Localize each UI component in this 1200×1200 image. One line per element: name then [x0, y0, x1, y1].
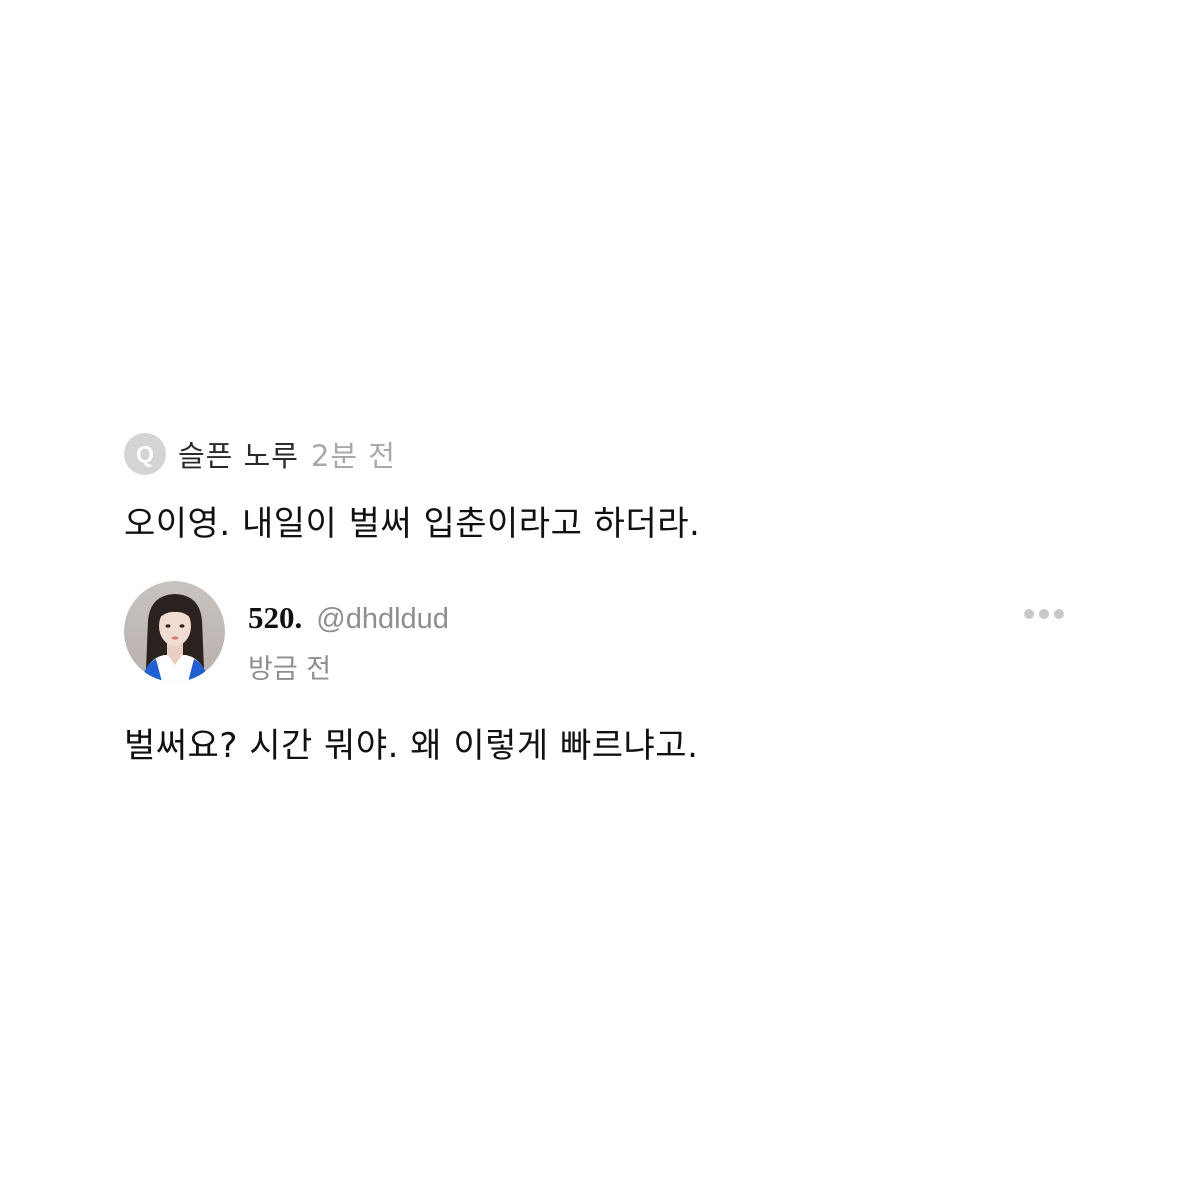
reply-text: 벌써요? 시간 뭐야. 왜 이렇게 빠르냐고.	[124, 726, 699, 766]
question-header: Q 슬픈 노루 2분 전	[124, 432, 396, 476]
reply-author-name[interactable]: 520.	[248, 600, 302, 636]
more-dot	[1024, 609, 1034, 619]
reply-author-row: 520. @dhdldud	[248, 600, 449, 636]
avatar-image	[124, 581, 225, 682]
question-text: 오이영. 내일이 벌써 입춘이라고 하더라.	[124, 504, 701, 544]
more-dot	[1039, 609, 1049, 619]
more-dot	[1054, 609, 1064, 619]
more-horizontal-icon[interactable]	[1024, 607, 1064, 621]
avatar[interactable]	[124, 581, 225, 682]
q-circle-icon: Q	[124, 433, 166, 475]
question-author[interactable]: 슬픈 노루	[178, 433, 299, 475]
post-page: Q 슬픈 노루 2분 전 오이영. 내일이 벌써 입춘이라고 하더라. 520.…	[0, 0, 1200, 1200]
reply-author-handle[interactable]: @dhdldud	[316, 603, 449, 636]
question-timestamp: 2분 전	[310, 439, 396, 473]
reply-timestamp: 방금 전	[248, 654, 332, 685]
